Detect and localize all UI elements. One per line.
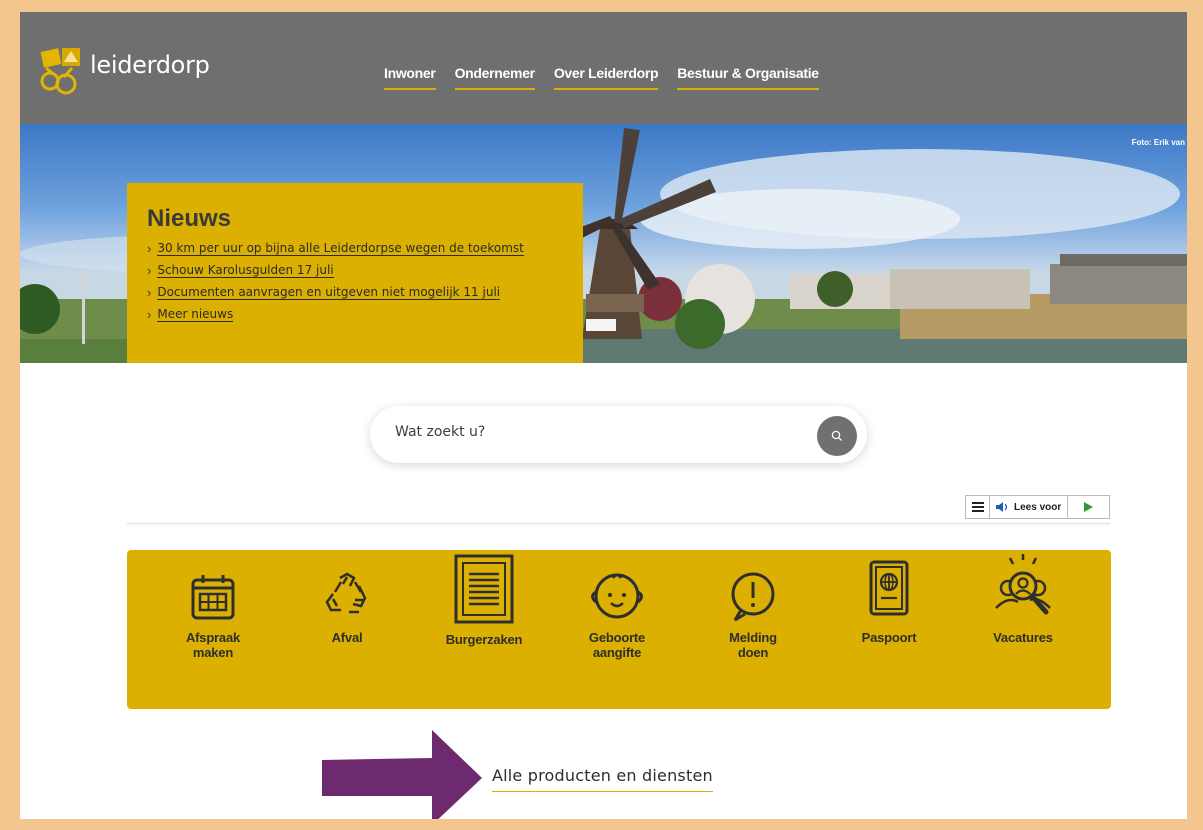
nav-bestuur-organisatie[interactable]: Bestuur & Organisatie: [677, 65, 819, 90]
tile-label: Afspraak maken: [185, 630, 241, 660]
section-divider: [127, 523, 1110, 524]
photo-credit: Foto: Erik van: [1131, 138, 1185, 147]
recycle-icon: [325, 572, 367, 614]
news-link[interactable]: 30 km per uur op bijna alle Leiderdorpse…: [157, 241, 524, 256]
tile-label: Geboorte aangifte: [588, 630, 646, 660]
search-button[interactable]: [817, 416, 857, 456]
tile-label: Paspoort: [861, 630, 917, 645]
search-bar: [370, 406, 867, 463]
page-frame: leiderdorp Inwoner Ondernemer Over Leide…: [20, 12, 1187, 819]
baby-face-icon: [591, 573, 643, 619]
news-link[interactable]: Schouw Karolusgulden 17 juli: [157, 263, 334, 278]
chevron-right-icon: ›: [147, 285, 152, 300]
tile-label: Burgerzaken: [445, 632, 523, 647]
speaker-icon: [996, 502, 1008, 512]
search-input[interactable]: [395, 424, 795, 440]
nav-inwoner[interactable]: Inwoner: [384, 65, 436, 90]
news-item: › 30 km per uur op bijna alle Leiderdorp…: [147, 241, 563, 256]
chevron-right-icon: ›: [147, 241, 152, 256]
news-item: › Schouw Karolusgulden 17 juli: [147, 263, 563, 278]
logo[interactable]: leiderdorp: [40, 46, 210, 96]
quick-links-panel: Afspraak maken Afval Burgerzaken Geboort…: [127, 550, 1111, 709]
exclamation-icon: [731, 572, 775, 622]
search-icon: [831, 430, 842, 441]
news-list: › 30 km per uur op bijna alle Leiderdorp…: [147, 241, 563, 322]
read-aloud-label: Lees voor: [1014, 501, 1062, 513]
news-title: Nieuws: [147, 205, 232, 232]
tile-vacatures[interactable]: Vacatures: [963, 554, 1083, 645]
tile-label: Afval: [331, 630, 363, 645]
news-link[interactable]: Documenten aanvragen en uitgeven niet mo…: [157, 285, 501, 300]
calendar-icon: [191, 575, 235, 620]
tile-label: Vacatures: [993, 630, 1053, 645]
news-item: › Meer nieuws: [147, 307, 563, 322]
play-icon: [1084, 502, 1094, 512]
read-aloud-button[interactable]: Lees voor: [990, 496, 1069, 518]
leiderdorp-logo-icon: [40, 48, 80, 95]
site-header: leiderdorp Inwoner Ondernemer Over Leide…: [20, 12, 1187, 124]
nav-over-leiderdorp[interactable]: Over Leiderdorp: [553, 65, 659, 90]
read-aloud-bar: Lees voor: [965, 495, 1110, 519]
nav-ondernemer[interactable]: Ondernemer: [454, 65, 535, 90]
tile-label: Melding doen: [729, 630, 777, 660]
tile-burgerzaken[interactable]: Burgerzaken: [424, 554, 544, 647]
document-icon: [454, 554, 514, 624]
play-button[interactable]: [1068, 502, 1109, 512]
all-services-link[interactable]: Alle producten en diensten: [492, 766, 713, 792]
tile-afspraak-maken[interactable]: Afspraak maken: [153, 566, 273, 660]
chevron-right-icon: ›: [147, 307, 152, 322]
search-person-icon: [995, 554, 1051, 615]
logo-text: leiderdorp: [90, 51, 210, 79]
news-panel: Nieuws › 30 km per uur op bijna alle Lei…: [127, 183, 583, 363]
purple-arrow-icon: [322, 730, 482, 819]
read-aloud-menu-button[interactable]: [966, 496, 990, 518]
tile-paspoort[interactable]: Paspoort: [829, 560, 949, 645]
news-item: › Documenten aanvragen en uitgeven niet …: [147, 285, 563, 300]
passport-icon: [869, 560, 909, 616]
tile-geboorte-aangifte[interactable]: Geboorte aangifte: [557, 566, 677, 660]
main-nav: Inwoner Ondernemer Over Leiderdorp Bestu…: [384, 65, 838, 90]
tile-afval[interactable]: Afval: [287, 566, 407, 645]
tile-melding-doen[interactable]: Melding doen: [693, 566, 813, 660]
more-news-link[interactable]: Meer nieuws: [157, 307, 234, 322]
chevron-right-icon: ›: [147, 263, 152, 278]
menu-icon: [971, 502, 984, 512]
